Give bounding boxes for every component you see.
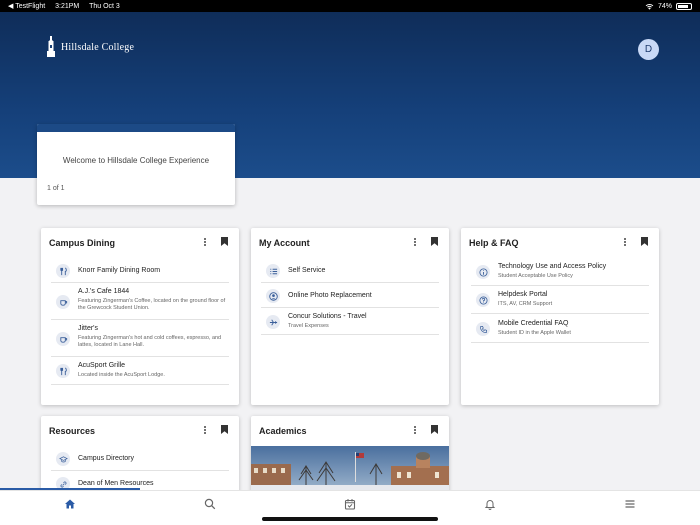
list-item[interactable]: Knorr Family Dining Room bbox=[51, 259, 229, 283]
plane-icon bbox=[266, 315, 280, 329]
list-item[interactable]: Concur Solutions - Travel Travel Expense… bbox=[261, 309, 439, 335]
card-title: My Account bbox=[259, 238, 310, 248]
item-subtitle: Featuring Zingerman's Coffee, located on… bbox=[78, 298, 226, 311]
bookmark-icon[interactable] bbox=[221, 425, 228, 434]
list-item[interactable]: A.J.'s Cafe 1844 Featuring Zingerman's C… bbox=[51, 284, 229, 320]
more-options-icon[interactable] bbox=[620, 237, 630, 247]
user-avatar[interactable]: D bbox=[638, 39, 659, 60]
card-header: Resources bbox=[41, 416, 239, 444]
user-circle-icon bbox=[266, 289, 280, 303]
search-icon[interactable] bbox=[203, 497, 217, 511]
item-title: Knorr Family Dining Room bbox=[78, 267, 161, 274]
card-header: Help & FAQ bbox=[461, 228, 659, 256]
status-right: 74% bbox=[645, 2, 692, 10]
item-title: Self Service bbox=[288, 267, 326, 274]
item-subtitle: ITS, AV, CRM Support bbox=[498, 301, 553, 307]
list-item[interactable]: Jitter's Featuring Zingerman's hot and c… bbox=[51, 321, 229, 357]
back-to-app-link[interactable]: ◀ TestFlight bbox=[8, 3, 45, 10]
home-indicator[interactable] bbox=[262, 517, 438, 521]
item-subtitle: Located inside the AcuSport Lodge. bbox=[78, 372, 165, 378]
welcome-pager: 1 of 1 bbox=[47, 185, 65, 192]
status-bar: ◀ TestFlight 3:21PM Thu Oct 3 74% bbox=[0, 0, 700, 12]
card-header: My Account bbox=[251, 228, 449, 256]
item-title: AcuSport Grille bbox=[78, 362, 126, 369]
welcome-card-accent bbox=[37, 124, 235, 132]
bookmark-icon[interactable] bbox=[431, 425, 438, 434]
wifi-icon bbox=[645, 3, 654, 10]
card-title: Campus Dining bbox=[49, 238, 116, 248]
academics-card: Academics bbox=[251, 416, 449, 496]
item-title: Mobile Credential FAQ bbox=[498, 320, 569, 327]
status-date: Thu Oct 3 bbox=[89, 3, 120, 10]
graduation-cap-icon bbox=[56, 452, 70, 466]
list-item[interactable]: Campus Directory bbox=[51, 447, 229, 471]
welcome-message: Welcome to Hillsdale College Experience bbox=[62, 156, 210, 165]
more-options-icon[interactable] bbox=[410, 425, 420, 435]
item-title: Online Photo Replacement bbox=[288, 292, 372, 299]
utensils-icon bbox=[56, 264, 70, 278]
list-item[interactable]: Online Photo Replacement bbox=[261, 284, 439, 308]
menu-icon[interactable] bbox=[623, 497, 637, 511]
campus-photo[interactable] bbox=[251, 446, 449, 490]
coffee-cup-icon bbox=[56, 332, 70, 346]
welcome-card[interactable]: Welcome to Hillsdale College Experience … bbox=[37, 124, 235, 205]
item-title: Helpdesk Portal bbox=[498, 291, 548, 298]
info-icon bbox=[476, 265, 490, 279]
bookmark-icon[interactable] bbox=[641, 237, 648, 246]
item-subtitle: Travel Expenses bbox=[288, 323, 329, 329]
item-title: A.J.'s Cafe 1844 bbox=[78, 288, 130, 295]
item-title: Jitter's bbox=[78, 325, 99, 332]
list-icon bbox=[266, 264, 280, 278]
resources-card: Resources Campus Directory Dean of Men R… bbox=[41, 416, 239, 496]
logo-text: Hillsdale College bbox=[61, 41, 135, 53]
card-header: Campus Dining bbox=[41, 228, 239, 256]
item-title: Campus Directory bbox=[78, 455, 135, 462]
question-icon bbox=[476, 293, 490, 307]
campus-dining-card: Campus Dining Knorr Family Dining Room A… bbox=[41, 228, 239, 405]
help-faq-card: Help & FAQ Technology Use and Access Pol… bbox=[461, 228, 659, 405]
bookmark-icon[interactable] bbox=[221, 237, 228, 246]
item-subtitle: Student ID in the Apple Wallet bbox=[498, 330, 571, 336]
utensils-icon bbox=[56, 364, 70, 378]
college-logo[interactable]: Hillsdale College bbox=[45, 36, 134, 58]
bell-icon[interactable] bbox=[483, 497, 497, 511]
battery-icon bbox=[676, 2, 692, 10]
home-icon[interactable] bbox=[63, 497, 77, 511]
card-header: Academics bbox=[251, 416, 449, 444]
item-title: Concur Solutions - Travel bbox=[288, 313, 367, 320]
more-options-icon[interactable] bbox=[200, 237, 210, 247]
bookmark-icon[interactable] bbox=[431, 237, 438, 246]
list-item[interactable]: Helpdesk Portal ITS, AV, CRM Support bbox=[471, 287, 649, 314]
item-title: Technology Use and Access Policy bbox=[498, 263, 607, 270]
list-item[interactable]: Mobile Credential FAQ Student ID in the … bbox=[471, 315, 649, 343]
calendar-icon[interactable] bbox=[343, 497, 357, 511]
tower-icon bbox=[47, 36, 55, 57]
card-title: Resources bbox=[49, 426, 96, 436]
status-left: ◀ TestFlight 3:21PM Thu Oct 3 bbox=[8, 2, 128, 10]
my-account-card: My Account Self Service Online Photo Rep… bbox=[251, 228, 449, 405]
item-subtitle: Featuring Zingerman's hot and cold coffe… bbox=[78, 335, 222, 348]
battery-percent: 74% bbox=[657, 2, 672, 10]
more-options-icon[interactable] bbox=[410, 237, 420, 247]
phone-icon bbox=[476, 322, 490, 336]
item-title: Dean of Men Resources bbox=[78, 480, 154, 487]
more-options-icon[interactable] bbox=[200, 425, 210, 435]
item-subtitle: Student Acceptable Use Policy bbox=[498, 273, 573, 279]
card-title: Academics bbox=[259, 426, 307, 436]
list-item[interactable]: Technology Use and Access Policy Student… bbox=[471, 259, 649, 286]
status-time: 3:21PM bbox=[55, 3, 80, 10]
card-title: Help & FAQ bbox=[469, 238, 519, 248]
coffee-cup-icon bbox=[56, 295, 70, 309]
list-item[interactable]: AcuSport Grille Located inside the AcuSp… bbox=[51, 358, 229, 385]
list-item[interactable]: Self Service bbox=[261, 259, 439, 283]
